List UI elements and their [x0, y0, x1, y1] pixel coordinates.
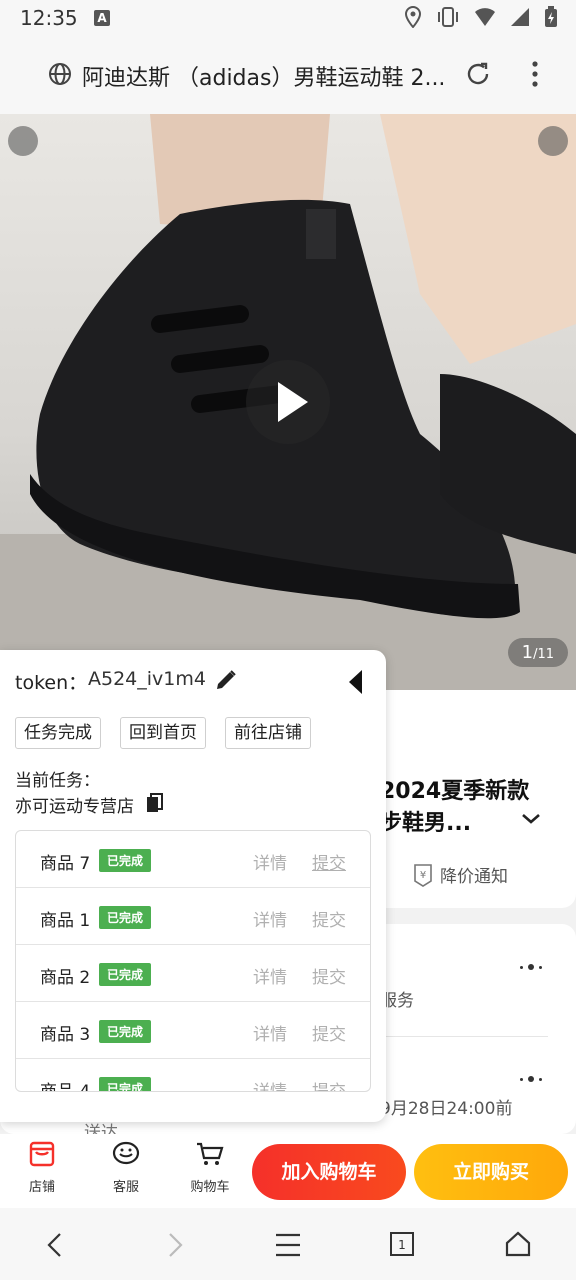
more-button[interactable] [538, 126, 568, 156]
copy-icon[interactable] [145, 792, 165, 814]
task-list: 商品 7 已完成 详情 提交 商品 1 已完成 详情 提交 商品 2 已完成 详… [15, 830, 371, 1092]
detail-link[interactable]: 详情 [253, 849, 287, 874]
delivery-deadline: 9月28日24:00前 [380, 1099, 513, 1119]
play-icon [278, 382, 308, 422]
go-to-store-button[interactable]: 前往店铺 [225, 717, 311, 749]
detail-link[interactable]: 详情 [253, 963, 287, 988]
status-badge: 已完成 [99, 963, 152, 986]
service-more-icon[interactable] [520, 964, 542, 970]
divider [380, 1036, 548, 1037]
location-icon [404, 6, 422, 28]
collapse-panel-icon[interactable] [346, 668, 366, 696]
task-name: 商品 1 [40, 911, 91, 931]
delivery-more-icon[interactable] [520, 1076, 542, 1082]
customer-service-button[interactable]: 客服 [96, 1140, 156, 1195]
play-video-button[interactable] [246, 360, 330, 444]
status-badge: 已完成 [99, 906, 152, 929]
task-name: 商品 3 [40, 1025, 91, 1045]
price-alert-button[interactable]: ¥ 降价通知 [412, 862, 508, 887]
token-label: token： [15, 672, 88, 694]
token-value: A524_iv1m4 [88, 668, 206, 690]
cart-icon [197, 1142, 224, 1165]
back-nav-icon[interactable] [44, 1232, 68, 1258]
forward-nav-icon[interactable] [162, 1232, 186, 1258]
status-bar: 12:35 A [0, 0, 576, 36]
store-button[interactable]: 店铺 [12, 1140, 72, 1195]
product-title-line1: 2024夏季新款 [380, 779, 530, 804]
bottom-action-bar: 店铺 客服 购物车 加入购物车 立即购买 [0, 1134, 576, 1208]
menu-nav-icon[interactable] [274, 1232, 302, 1258]
current-task-name: 亦可运动专营店 [15, 797, 134, 817]
cart-button[interactable]: 购物车 [180, 1140, 240, 1195]
buy-now-button[interactable]: 立即购买 [414, 1144, 568, 1200]
task-row: 商品 3 已完成 详情 提交 [16, 1002, 370, 1059]
signal-icon [511, 8, 529, 26]
home-nav-icon[interactable] [504, 1230, 532, 1258]
status-badge: 已完成 [99, 1077, 152, 1091]
task-name: 商品 2 [40, 968, 91, 988]
customer-service-label: 客服 [112, 1180, 139, 1195]
status-badge: 已完成 [99, 1020, 152, 1043]
price-tag-icon: ¥ [414, 863, 432, 887]
task-panel: token： A524_iv1m4 任务完成 回到首页 前往店铺 当前任务： 亦… [0, 650, 386, 1122]
submit-link[interactable]: 提交 [312, 1077, 346, 1091]
store-label: 店铺 [28, 1180, 55, 1195]
task-row: 商品 2 已完成 详情 提交 [16, 945, 370, 1002]
task-row: 商品 1 已完成 详情 提交 [16, 888, 370, 945]
page-title[interactable]: 阿迪达斯 （adidas）男鞋运动鞋 2... [82, 60, 452, 92]
current-task-label: 当前任务： [15, 771, 100, 791]
tabs-nav-icon[interactable]: 1 [388, 1230, 416, 1258]
detail-link[interactable]: 详情 [253, 906, 287, 931]
more-menu-icon[interactable] [528, 60, 542, 88]
browser-url-bar: 阿迪达斯 （adidas）男鞋运动鞋 2... [0, 36, 576, 114]
svg-text:¥: ¥ [420, 870, 426, 881]
price-alert-label: 降价通知 [440, 867, 508, 887]
system-nav-bar: 1 [0, 1208, 576, 1280]
back-home-button[interactable]: 回到首页 [120, 717, 206, 749]
image-counter: 1/11 [507, 638, 568, 667]
status-badge: 已完成 [99, 849, 152, 872]
task-name: 商品 7 [40, 854, 91, 874]
product-title[interactable]: 2024夏季新款 步鞋男... [380, 776, 540, 840]
globe-icon [49, 63, 71, 85]
vibrate-icon [438, 7, 458, 27]
reload-icon[interactable] [464, 60, 492, 88]
pencil-edit-icon[interactable] [214, 668, 238, 692]
task-row: 商品 4 已完成 详情 提交 [16, 1059, 370, 1092]
notification-a-icon: A [94, 10, 110, 26]
cart-label: 购物车 [190, 1180, 230, 1195]
task-name: 商品 4 [40, 1082, 91, 1092]
add-to-cart-button[interactable]: 加入购物车 [252, 1144, 406, 1200]
task-complete-button[interactable]: 任务完成 [15, 717, 101, 749]
chevron-down-icon[interactable] [520, 812, 542, 826]
status-icons [404, 6, 558, 28]
submit-link[interactable]: 提交 [312, 849, 346, 874]
store-icon [29, 1141, 55, 1167]
svg-text:1: 1 [398, 1238, 406, 1252]
detail-link[interactable]: 详情 [253, 1077, 287, 1091]
detail-link[interactable]: 详情 [253, 1020, 287, 1045]
wifi-icon [475, 8, 495, 26]
status-time: 12:35 [20, 6, 78, 30]
battery-icon [545, 6, 557, 27]
task-row: 商品 7 已完成 详情 提交 [16, 831, 370, 888]
submit-link[interactable]: 提交 [312, 906, 346, 931]
product-image[interactable]: 1/11 [0, 114, 576, 690]
image-counter-current: 1 [521, 642, 534, 663]
back-button[interactable] [8, 126, 38, 156]
submit-link[interactable]: 提交 [312, 963, 346, 988]
product-title-line2: 步鞋男... [380, 811, 472, 836]
chat-face-icon [112, 1141, 140, 1165]
submit-link[interactable]: 提交 [312, 1020, 346, 1045]
image-counter-total: /11 [533, 647, 554, 662]
